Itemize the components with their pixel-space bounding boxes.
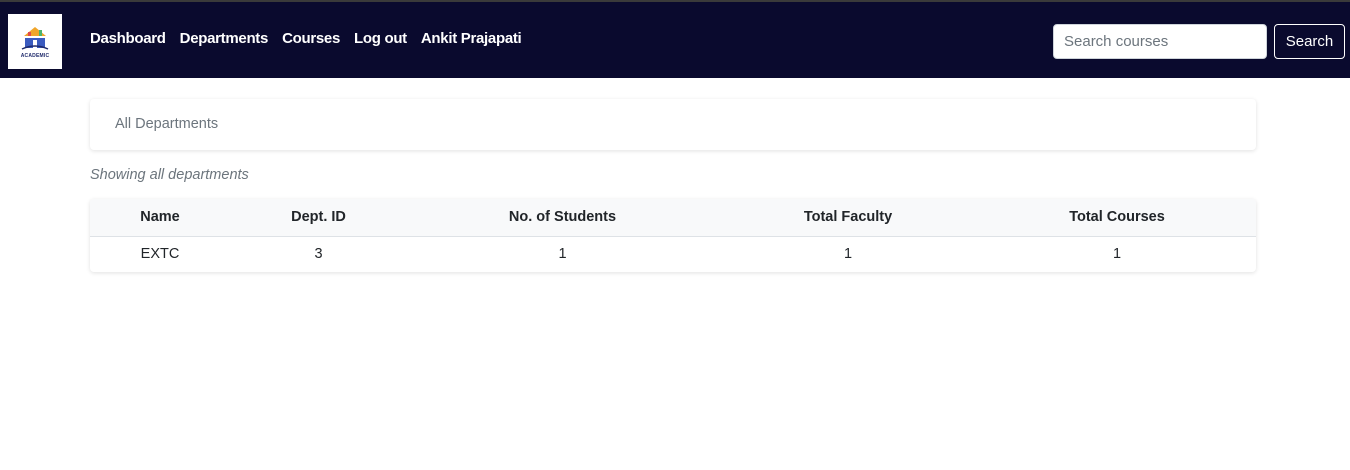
nav-courses[interactable]: Courses [282, 30, 340, 47]
breadcrumb: All Departments [90, 99, 1256, 150]
cell-faculty: 1 [843, 246, 853, 263]
logo-text: ACADEMIC [20, 53, 50, 59]
departments-table-container: Name Dept. ID No. of Students Total Facu… [90, 199, 1256, 272]
departments-table: Name Dept. ID No. of Students Total Facu… [90, 199, 1256, 272]
breadcrumb-item[interactable]: All Departments [115, 116, 218, 132]
cell-students: 1 [558, 246, 567, 263]
column-header-faculty: Total Faculty [718, 199, 978, 237]
column-header-courses: Total Courses [978, 199, 1256, 237]
table-row[interactable]: EXTC 3 1 1 1 [90, 236, 1256, 272]
page-subtitle: Showing all departments [90, 167, 249, 183]
nav-user-profile[interactable]: Ankit Prajapati [421, 30, 522, 47]
search-input[interactable] [1053, 24, 1267, 59]
app-logo[interactable]: ACADEMIC [8, 14, 62, 69]
nav-departments[interactable]: Departments [180, 30, 269, 47]
cell-name: EXTC [140, 246, 180, 263]
column-header-students: No. of Students [407, 199, 718, 237]
search-button[interactable]: Search [1274, 24, 1345, 59]
column-header-dept-id: Dept. ID [230, 199, 407, 237]
table-header-row: Name Dept. ID No. of Students Total Facu… [90, 199, 1256, 237]
logo-icon [21, 27, 49, 50]
navbar: ACADEMIC Dashboard Departments Courses L… [0, 0, 1350, 78]
cell-dept-id: 3 [314, 246, 323, 263]
nav-dashboard[interactable]: Dashboard [90, 30, 166, 47]
nav-logout[interactable]: Log out [354, 30, 407, 47]
cell-courses: 1 [1112, 246, 1122, 263]
column-header-name: Name [90, 199, 230, 237]
main-nav: Dashboard Departments Courses Log out An… [90, 30, 522, 47]
